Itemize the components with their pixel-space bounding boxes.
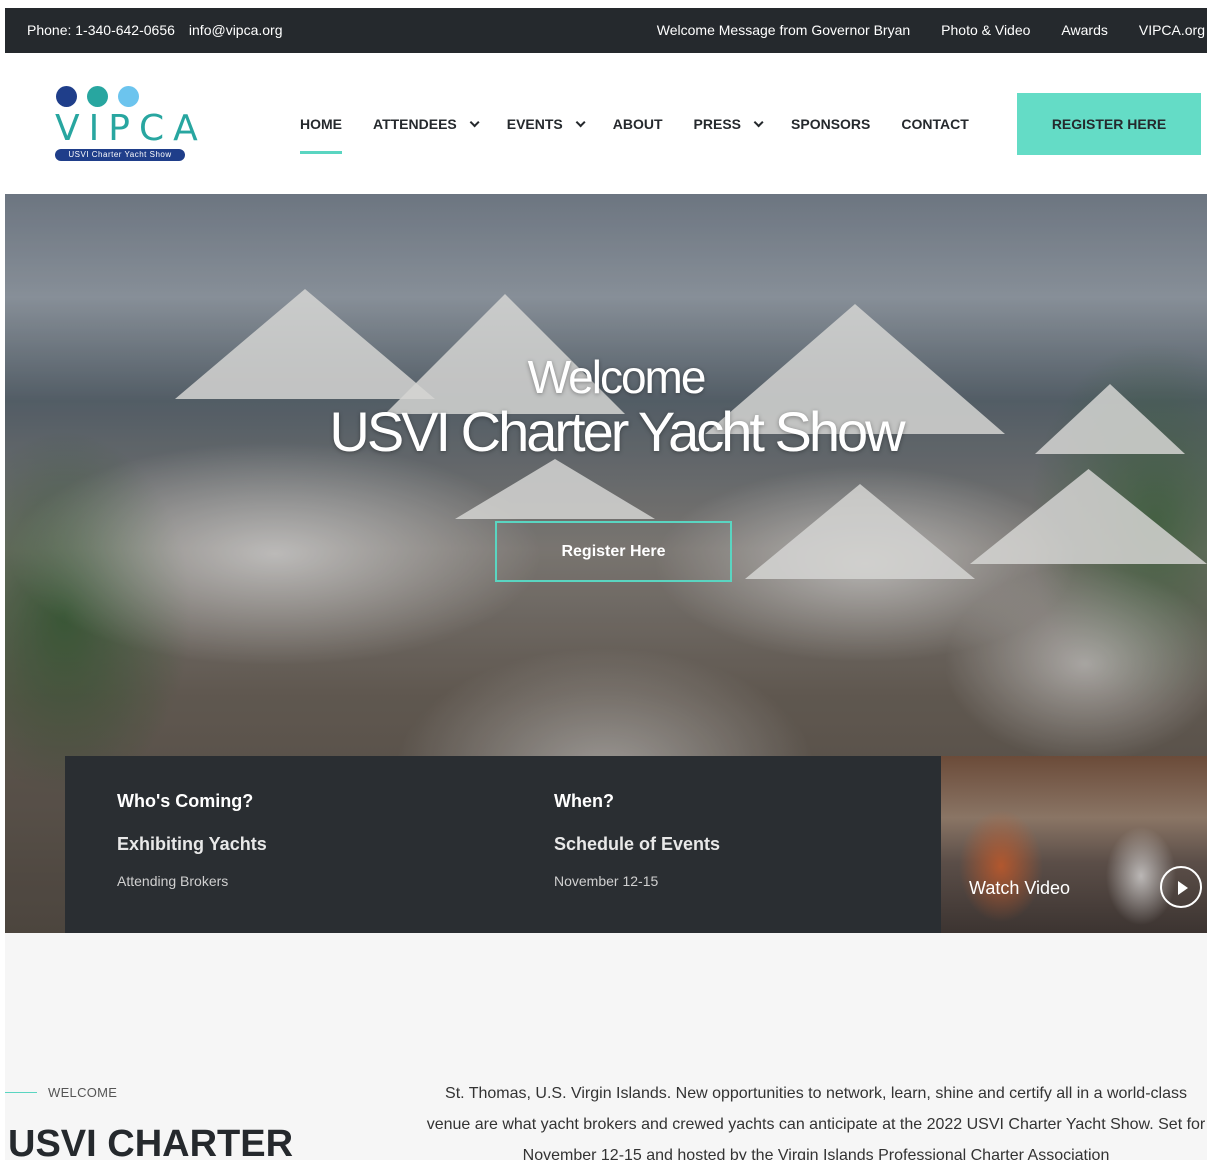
attending-brokers-link[interactable]: Attending Brokers [117,873,267,889]
watch-video-tile[interactable]: Watch Video [941,756,1207,933]
hero-title-show: USVI Charter Yacht Show [329,400,905,463]
nav-home[interactable]: HOME [300,116,342,154]
when-heading: When? [554,791,614,811]
logo-tagline: USVI Charter Yacht Show [55,149,185,161]
nav-press-label: PRESS [693,116,742,132]
nav-home-label: HOME [300,116,342,132]
welcome-heading: USVI CHARTER [8,1123,294,1160]
nav-attendees[interactable]: ATTENDEES [373,116,480,132]
logo-wordmark: VIPCA [55,108,207,149]
play-icon[interactable] [1160,866,1202,908]
register-here-button[interactable]: REGISTER HERE [1017,93,1201,155]
email-link[interactable]: info@vipca.org [189,22,283,38]
exhibiting-yachts-link[interactable]: Exhibiting Yachts [117,834,267,855]
chevron-down-icon [575,116,586,127]
top-link-vipca[interactable]: VIPCA.org [1139,22,1205,38]
chevron-down-icon [753,116,764,127]
nav-sponsors-label: SPONSORS [791,116,871,132]
contact-info: Phone: 1-340-642-0656 info@vipca.org [27,22,283,38]
whos-coming-heading: Who's Coming? [117,791,254,811]
nav-about[interactable]: ABOUT [613,116,663,132]
chevron-down-icon [469,116,480,127]
phone-link[interactable]: Phone: 1-340-642-0656 [27,22,175,38]
vipca-logo[interactable]: VIPCA USVI Charter Yacht Show [55,83,198,163]
logo-dot-sky [118,86,139,107]
nav-events[interactable]: EVENTS [506,116,586,132]
nav-about-label: ABOUT [612,116,663,132]
hero-banner: Welcome USVI Charter Yacht Show Register… [5,194,1207,933]
top-link-awards[interactable]: Awards [1061,22,1107,38]
main-nav: HOME ATTENDEES EVENTS ABOUT PRESS SPONSO… [300,116,969,154]
nav-press[interactable]: PRESS [693,116,764,132]
nav-sponsors[interactable]: SPONSORS [791,116,870,132]
when-column: When? Schedule of Events November 12-15 [554,791,720,889]
site-header: VIPCA USVI Charter Yacht Show HOME ATTEN… [5,53,1207,194]
hero-register-button[interactable]: Register Here [495,521,732,582]
info-panel: Who's Coming? Exhibiting Yachts Attendin… [65,756,941,933]
welcome-kicker: WELCOME [48,1085,118,1100]
nav-contact[interactable]: CONTACT [901,116,968,132]
nav-contact-label: CONTACT [901,116,969,132]
kicker-line [5,1092,37,1093]
nav-active-indicator [300,151,342,154]
top-links: Welcome Message from Governor Bryan Phot… [657,22,1205,38]
schedule-of-events-link[interactable]: Schedule of Events [554,834,720,855]
welcome-section: WELCOME USVI CHARTER St. Thomas, U.S. Vi… [5,933,1207,1160]
event-dates: November 12-15 [554,873,659,889]
top-link-photo-video[interactable]: Photo & Video [941,22,1030,38]
nav-attendees-label: ATTENDEES [373,116,457,132]
watch-video-label: Watch Video [969,878,1071,898]
logo-dot-navy [56,86,77,107]
logo-dots [56,86,139,107]
top-link-governor-message[interactable]: Welcome Message from Governor Bryan [657,22,910,38]
hero-title-welcome: Welcome [527,351,707,403]
whos-coming-column: Who's Coming? Exhibiting Yachts Attendin… [117,791,267,889]
welcome-paragraph: St. Thomas, U.S. Virgin Islands. New opp… [426,1085,1206,1160]
nav-events-label: EVENTS [506,116,563,132]
logo-dot-teal [87,86,108,107]
top-bar: Phone: 1-340-642-0656 info@vipca.org Wel… [5,8,1207,53]
